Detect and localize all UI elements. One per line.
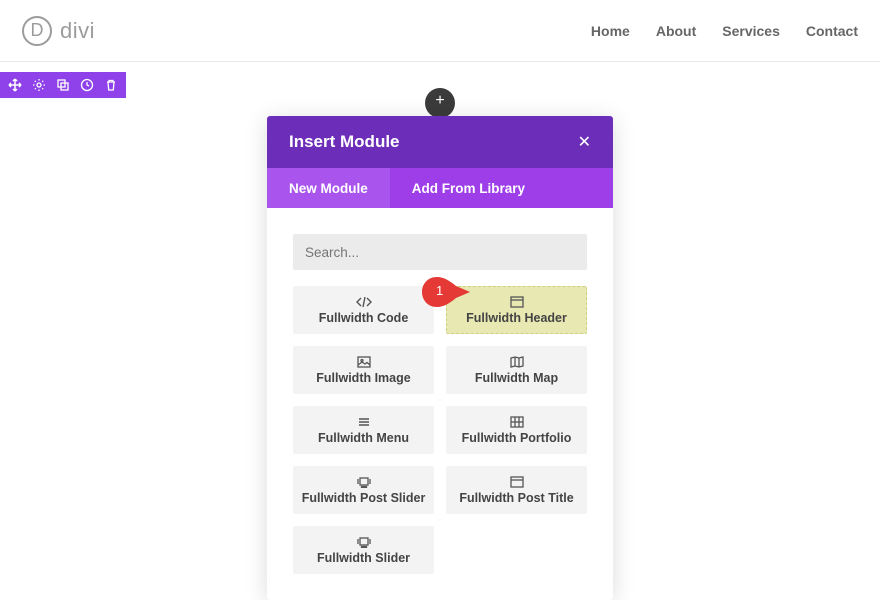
nav-contact[interactable]: Contact (806, 23, 858, 39)
modal-title: Insert Module (289, 132, 400, 152)
main-nav: Home About Services Contact (591, 23, 858, 39)
module-label: Fullwidth Post Title (459, 491, 573, 505)
nav-home[interactable]: Home (591, 23, 630, 39)
module-fullwidth-post-slider[interactable]: Fullwidth Post Slider (293, 466, 434, 514)
module-grid: Fullwidth Code Fullwidth Header Fullwidt… (293, 286, 587, 574)
module-fullwidth-portfolio[interactable]: Fullwidth Portfolio (446, 406, 587, 454)
module-label: Fullwidth Slider (317, 551, 410, 565)
close-icon[interactable]: ✕ (578, 132, 591, 152)
gear-icon[interactable] (32, 78, 46, 92)
modal-tabs: New Module Add From Library (267, 168, 613, 208)
search-row (293, 234, 587, 270)
insert-module-modal: Insert Module ✕ New Module Add From Libr… (267, 116, 613, 600)
plus-icon: + (435, 92, 444, 110)
duplicate-icon[interactable] (56, 78, 70, 92)
header-icon (510, 295, 524, 309)
add-module-button[interactable]: + (425, 88, 455, 118)
annotation-number: 1 (436, 283, 443, 298)
slider-icon (357, 475, 371, 489)
map-icon (510, 355, 524, 369)
module-label: Fullwidth Code (319, 311, 409, 325)
slider-icon (357, 535, 371, 549)
image-icon (357, 355, 371, 369)
module-label: Fullwidth Post Slider (302, 491, 426, 505)
annotation-pointer: 1 (422, 277, 470, 307)
page-header: D divi Home About Services Contact (0, 0, 880, 62)
title-icon (510, 475, 524, 489)
search-input[interactable] (293, 234, 587, 270)
code-icon (356, 295, 372, 309)
section-toolbar (0, 72, 126, 98)
module-fullwidth-slider[interactable]: Fullwidth Slider (293, 526, 434, 574)
logo-letter: D (31, 20, 44, 41)
modal-body: Fullwidth Code Fullwidth Header Fullwidt… (267, 208, 613, 600)
module-label: Fullwidth Map (475, 371, 558, 385)
menu-icon (357, 415, 371, 429)
module-label: Fullwidth Menu (318, 431, 409, 445)
module-fullwidth-menu[interactable]: Fullwidth Menu (293, 406, 434, 454)
module-fullwidth-image[interactable]: Fullwidth Image (293, 346, 434, 394)
logo-icon: D (22, 16, 52, 46)
modal-header: Insert Module ✕ (267, 116, 613, 168)
tab-add-from-library[interactable]: Add From Library (390, 168, 547, 208)
nav-services[interactable]: Services (722, 23, 780, 39)
module-fullwidth-post-title[interactable]: Fullwidth Post Title (446, 466, 587, 514)
logo[interactable]: D divi (22, 16, 95, 46)
module-label: Fullwidth Image (316, 371, 410, 385)
nav-about[interactable]: About (656, 23, 696, 39)
trash-icon[interactable] (104, 78, 118, 92)
module-fullwidth-code[interactable]: Fullwidth Code (293, 286, 434, 334)
grid-icon (510, 415, 524, 429)
module-fullwidth-map[interactable]: Fullwidth Map (446, 346, 587, 394)
module-label: Fullwidth Header (466, 311, 567, 325)
save-icon[interactable] (80, 78, 94, 92)
module-label: Fullwidth Portfolio (462, 431, 572, 445)
logo-text: divi (60, 18, 95, 44)
tab-new-module[interactable]: New Module (267, 168, 390, 208)
move-icon[interactable] (8, 78, 22, 92)
